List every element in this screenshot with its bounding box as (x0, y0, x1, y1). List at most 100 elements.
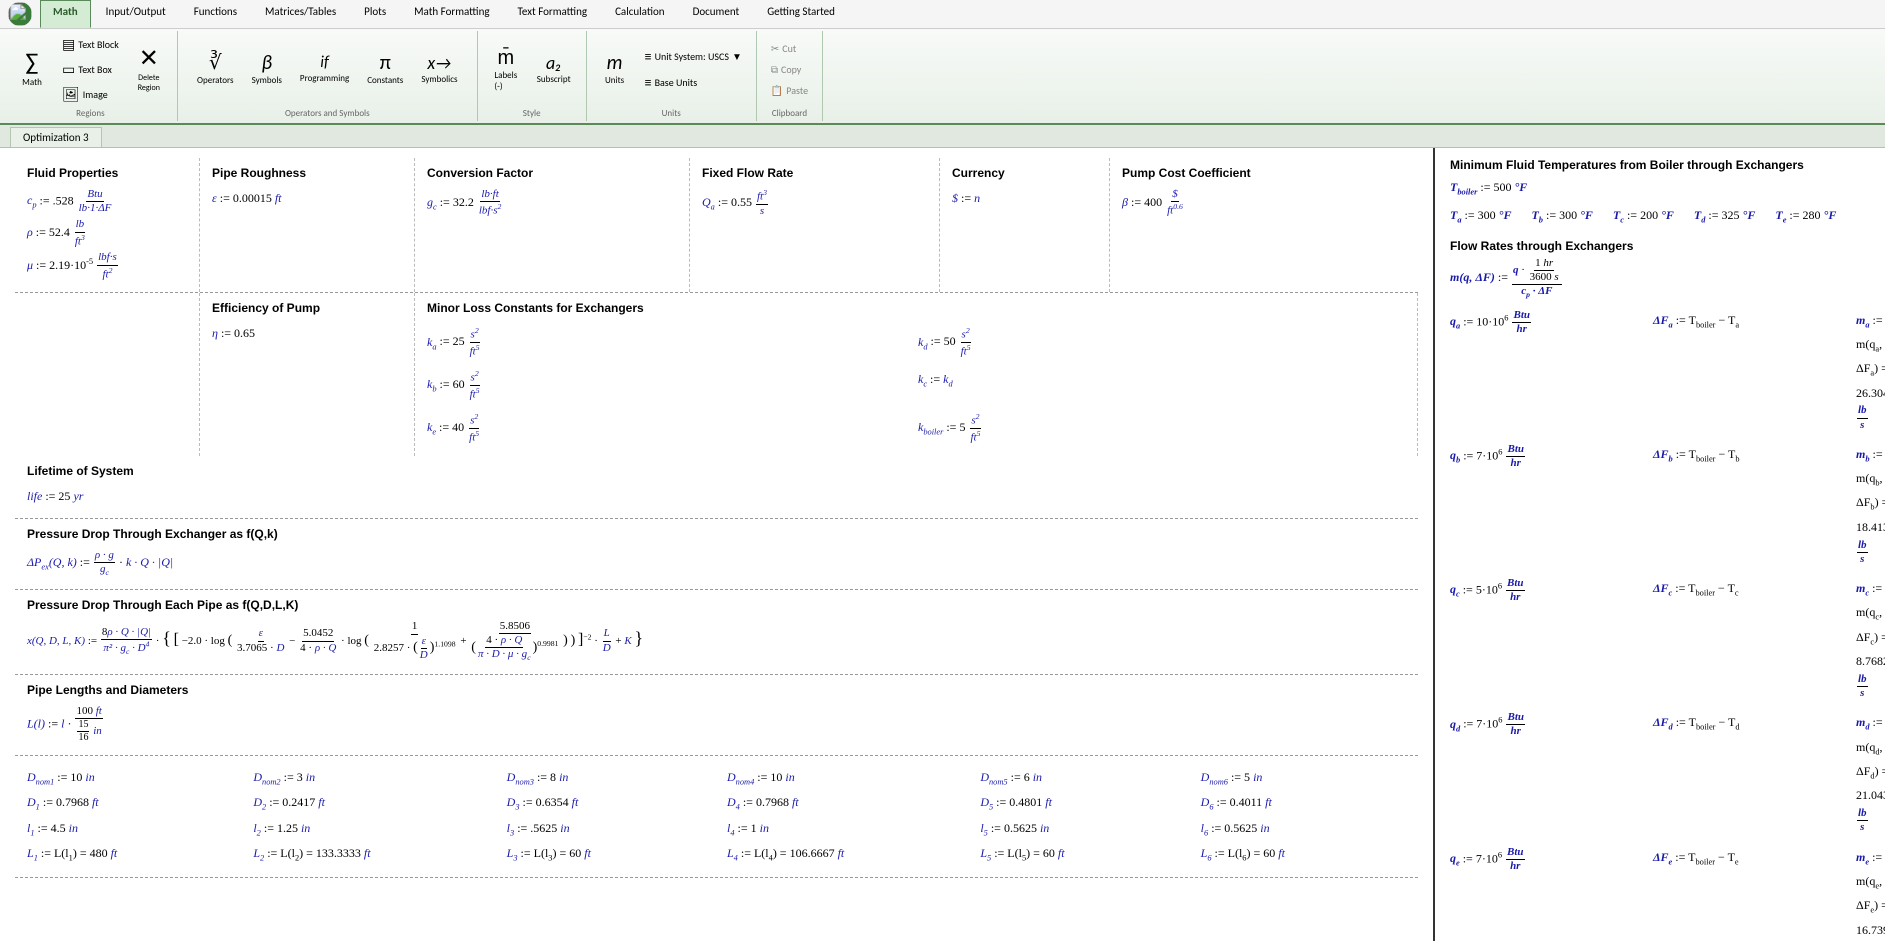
text-block-label: Text Block (78, 38, 119, 51)
programming-button[interactable]: if Programming (293, 51, 356, 88)
kc-expr: kc := kd (918, 369, 1405, 402)
operators-group-label: Operators and Symbols (285, 108, 370, 119)
Dnom6-expr: Dnom6 := 5 in (1201, 767, 1406, 790)
efficiency-section: Efficiency of Pump η := 0.65 (200, 293, 415, 455)
regions-group-label: Regions (76, 108, 105, 119)
l2-expr: l2 := 1.25 in (253, 818, 491, 841)
D5-expr: D5 := 0.4801 ft (980, 792, 1185, 815)
row-1: Fluid Properties cp := .528 Btulb·1·ΔF ρ… (15, 158, 1418, 293)
base-units-button[interactable]: ≡ Base Units (639, 71, 748, 94)
l1-expr: l1 := 4.5 in (27, 818, 238, 841)
subscript-button[interactable]: a₂ Subscript (530, 50, 578, 89)
eta-expr: η := 0.65 (212, 323, 402, 345)
symbolics-icon: x→ (427, 54, 451, 72)
base-units-label: Base Units (655, 76, 698, 89)
ribbon-content: ∑ Math ▤ Text Block ▭ Text Box 🖼 Image (0, 29, 1885, 123)
labels-label: Labels(-) (494, 70, 517, 92)
text-box-button[interactable]: ▭ Text Box (56, 58, 125, 81)
L5-expr: L5 := L(l5) = 60 ft (980, 843, 1185, 866)
symbolics-button[interactable]: x→ Symbolics (414, 50, 464, 89)
ribbon-group-operators: ∛ Operators β Symbols if Programming π C… (178, 31, 478, 121)
D6-expr: D6 := 0.4011 ft (1201, 792, 1406, 815)
unit-system-button[interactable]: ≡ Unit System: USCS ▼ (639, 45, 748, 68)
image-button[interactable]: 🖼 Image (56, 83, 125, 106)
tab-matrices[interactable]: Matrices/Tables (252, 0, 349, 28)
qd-val: qd := 7·106 Btuhr (1450, 711, 1650, 834)
units-label: Units (605, 75, 624, 86)
l3-expr: l3 := .5625 in (507, 818, 712, 841)
dFc-expr: ΔFc := Tboiler − Tc (1653, 577, 1853, 700)
tab-document[interactable]: Document (680, 0, 753, 28)
operators-icon: ∛ (209, 53, 222, 73)
cut-button[interactable]: ✂ Cut (765, 39, 814, 58)
ta-expr: Ta := 300 °F (1450, 204, 1511, 228)
tab-plots[interactable]: Plots (351, 0, 399, 28)
copy-button[interactable]: ⧉ Copy (765, 60, 814, 79)
tab-math[interactable]: Math (40, 0, 91, 28)
unit-system-dropdown: ▼ (732, 50, 742, 63)
pipe-lengths-title: Pipe Lengths and Diameters (27, 683, 1406, 697)
delete-region-button[interactable]: ✕ DeleteRegion (129, 43, 169, 97)
tab-math-formatting[interactable]: Math Formatting (401, 0, 502, 28)
ribbon-group-math: ∑ Math ▤ Text Block ▭ Text Box 🖼 Image (4, 31, 178, 121)
tab-functions[interactable]: Functions (181, 0, 250, 28)
L3-expr: L3 := L(l3) = 60 ft (507, 843, 712, 866)
dFa-expr: ΔFa := Tboiler − Ta (1653, 309, 1853, 432)
dFe-expr: ΔFe := Tboiler − Te (1653, 846, 1853, 941)
kb-expr: kb := 60 s2ft5 (427, 369, 914, 402)
base-units-icon: ≡ (645, 74, 652, 91)
pressure-drop-pipe-title: Pressure Drop Through Each Pipe as f(Q,D… (27, 598, 1406, 612)
constants-button[interactable]: π Constants (360, 49, 410, 90)
labels-button[interactable]: m̄ Labels(-) (486, 44, 526, 96)
symbolics-label: Symbolics (421, 74, 457, 85)
conversion-factor-title: Conversion Factor (427, 166, 677, 180)
image-icon: 🖼 (62, 86, 80, 103)
Dnom5-expr: Dnom5 := 6 in (980, 767, 1185, 790)
subscript-icon: a₂ (546, 54, 561, 72)
document-tab[interactable]: Optimization 3 (10, 127, 102, 147)
operators-label: Operators (197, 75, 234, 86)
app-logo (8, 2, 32, 26)
mb-expr: mb := m(qb, ΔFb) = 18.4133 lbs (1856, 443, 1885, 566)
tab-calculation[interactable]: Calculation (602, 0, 678, 28)
text-box-label: Text Box (78, 63, 112, 76)
ke-expr: ke := 40 s2ft5 (427, 412, 914, 445)
symbols-icon: β (261, 53, 272, 73)
Dnom1-expr: Dnom1 := 10 in (27, 767, 238, 790)
beta-expr: β := 400 $ft0.6 (1122, 188, 1353, 218)
D3-expr: D3 := 0.6354 ft (507, 792, 712, 815)
delete-icon: ✕ (139, 47, 159, 71)
qc-val: qc := 5·106 Btuhr (1450, 577, 1650, 700)
ka-expr: ka := 25 s2ft5 (427, 326, 914, 359)
symbols-label: Symbols (252, 75, 282, 86)
symbols-button[interactable]: β Symbols (245, 49, 289, 90)
l5-expr: l5 := 0.5625 in (980, 818, 1185, 841)
math-button[interactable]: ∑ Math (12, 47, 52, 92)
units-icon: m (607, 53, 623, 73)
tboiler-expr: Tboiler := 500 °F (1450, 176, 1870, 200)
cut-label: Cut (782, 42, 796, 55)
units-button[interactable]: m Units (595, 49, 635, 90)
paste-button[interactable]: 📋 Paste (765, 81, 814, 100)
scissors-icon: ✂ (771, 42, 779, 55)
tab-getting-started[interactable]: Getting Started (754, 0, 848, 28)
L1-expr: L1 := L(l1) = 480 ft (27, 843, 238, 866)
operators-button[interactable]: ∛ Operators (190, 49, 241, 90)
currency-section: Currency $ := n (940, 158, 1110, 292)
dollar-expr: $ := n (952, 188, 1097, 210)
math-label: Math (22, 77, 42, 88)
pump-cost-title: Pump Cost Coefficient (1122, 166, 1353, 180)
tab-text-formatting[interactable]: Text Formatting (505, 0, 601, 28)
unit-system-icon: ≡ (645, 48, 652, 65)
text-block-button[interactable]: ▤ Text Block (56, 33, 125, 56)
L4-expr: L4 := L(l4) = 106.6667 ft (727, 843, 965, 866)
programming-icon: if (320, 55, 329, 71)
qb-val: qb := 7·106 Btuhr (1450, 443, 1650, 566)
paste-icon: 📋 (771, 84, 783, 97)
td-expr: Td := 325 °F (1694, 204, 1755, 228)
pipe3-col: Dnom3 := 8 in D3 := 0.6354 ft l3 := .562… (507, 764, 712, 869)
te-expr: Te := 280 °F (1775, 204, 1836, 228)
pressure-drop-exchanger-section: Pressure Drop Through Exchanger as f(Q,k… (15, 519, 1418, 590)
tab-input-output[interactable]: Input/Output (93, 0, 179, 28)
pdpipe-formula: x(Q, D, L, K) := 8ρ · Q · |Q|π² · gc · D… (27, 620, 1406, 663)
